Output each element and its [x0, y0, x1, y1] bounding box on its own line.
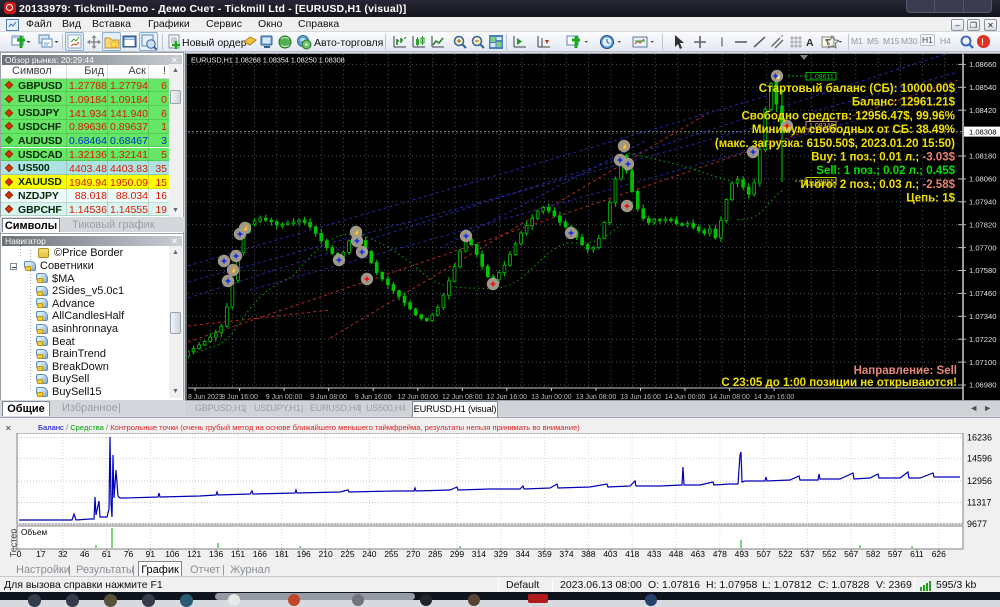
svg-text:478: 478 — [713, 549, 727, 559]
svg-text:Объем: Объем — [21, 528, 47, 537]
svg-text:1.07820: 1.07820 — [969, 220, 996, 229]
svg-text:359: 359 — [538, 549, 552, 559]
svg-text:Итого: 2 поз.; 0.03 л.; -2.58$: Итого: 2 поз.; 0.03 л.; -2.58$ — [800, 179, 955, 191]
svg-text:299: 299 — [450, 549, 464, 559]
svg-text:EURUSD,H1 1.08268 1.08354 1.08: EURUSD,H1 1.08268 1.08354 1.08250 1.0830… — [191, 56, 345, 65]
svg-text:611: 611 — [910, 549, 924, 559]
svg-text:463: 463 — [691, 549, 705, 559]
svg-text:1.07220: 1.07220 — [969, 335, 996, 344]
svg-text:9677: 9677 — [967, 519, 987, 529]
svg-text:255: 255 — [384, 549, 398, 559]
svg-text:16236: 16236 — [967, 433, 992, 442]
svg-text:Минимум свободных от СБ: 38.49: Минимум свободных от СБ: 38.49% — [752, 124, 955, 136]
svg-text:Баланс: 12961.21$: Баланс: 12961.21$ — [852, 97, 956, 109]
svg-text:210: 210 — [319, 549, 333, 559]
svg-text:11317: 11317 — [967, 498, 991, 508]
svg-text:91: 91 — [146, 549, 156, 559]
svg-text:403: 403 — [603, 549, 617, 559]
svg-text:76: 76 — [124, 549, 134, 559]
svg-text:329: 329 — [494, 549, 508, 559]
svg-text:1.08308: 1.08308 — [969, 128, 996, 137]
svg-text:Направление: Sell: Направление: Sell — [854, 365, 957, 377]
svg-text:270: 270 — [406, 549, 420, 559]
svg-text:136: 136 — [209, 549, 223, 559]
svg-text:1.07580: 1.07580 — [969, 266, 996, 275]
svg-text:46: 46 — [80, 549, 90, 559]
svg-text:314: 314 — [472, 549, 486, 559]
svg-text:14596: 14596 — [967, 454, 992, 464]
svg-text:225: 225 — [340, 549, 354, 559]
svg-text:Buy: 1 поз.; 0.01 л.; -3.03$: Buy: 1 поз.; 0.01 л.; -3.03$ — [811, 152, 955, 164]
svg-text:507: 507 — [757, 549, 771, 559]
svg-text:12956: 12956 — [967, 476, 992, 486]
svg-text:С 23:05 до 1:00 позиции не отк: С 23:05 до 1:00 позиции не открываются! — [721, 377, 957, 389]
svg-text:(макс. загрузка: 6150.50$, 202: (макс. загрузка: 6150.50$, 2023.01.20 15… — [715, 138, 955, 150]
svg-text:418: 418 — [625, 549, 639, 559]
svg-text:493: 493 — [735, 549, 749, 559]
svg-text:522: 522 — [778, 549, 792, 559]
svg-text:1.08540: 1.08540 — [969, 83, 996, 92]
svg-text:1.08420: 1.08420 — [969, 106, 996, 115]
svg-text:Цепь: 1$: Цепь: 1$ — [906, 193, 955, 205]
svg-text:1.07340: 1.07340 — [969, 312, 996, 321]
svg-text:Sell: 1 поз.; 0.02 л.; 0.45$: Sell: 1 поз.; 0.02 л.; 0.45$ — [816, 165, 955, 177]
svg-text:32: 32 — [58, 549, 68, 559]
svg-text:626: 626 — [932, 549, 946, 559]
svg-text:166: 166 — [253, 549, 267, 559]
svg-text:537: 537 — [800, 549, 814, 559]
svg-text:196: 196 — [297, 549, 311, 559]
svg-text:344: 344 — [516, 549, 530, 559]
svg-text:1.07940: 1.07940 — [969, 198, 996, 207]
svg-text:582: 582 — [866, 549, 880, 559]
svg-text:1.07100: 1.07100 — [969, 358, 996, 367]
svg-text:285: 285 — [428, 549, 442, 559]
svg-text:388: 388 — [581, 549, 595, 559]
svg-text:552: 552 — [822, 549, 836, 559]
svg-text:1.08660: 1.08660 — [969, 60, 996, 69]
svg-text:121: 121 — [187, 549, 201, 559]
svg-text:597: 597 — [888, 549, 902, 559]
svg-text:448: 448 — [669, 549, 683, 559]
svg-text:181: 181 — [275, 549, 289, 559]
svg-text:17: 17 — [36, 549, 46, 559]
svg-text:1.08060: 1.08060 — [969, 175, 996, 184]
svg-text:1.08611: 1.08611 — [809, 74, 834, 81]
svg-text:Стартовый баланс (СБ): 10000.0: Стартовый баланс (СБ): 10000.00$ — [759, 83, 956, 95]
svg-text:433: 433 — [647, 549, 661, 559]
svg-text:567: 567 — [844, 549, 858, 559]
svg-text:1.07460: 1.07460 — [969, 289, 996, 298]
svg-text:1.06980: 1.06980 — [969, 381, 996, 390]
svg-text:1.08180: 1.08180 — [969, 152, 996, 161]
svg-text:1.07700: 1.07700 — [969, 243, 996, 252]
svg-text:61: 61 — [102, 549, 112, 559]
svg-text:0: 0 — [17, 549, 22, 559]
svg-text:Свободно средств: 12956.47$, 9: Свободно средств: 12956.47$, 99.96% — [741, 110, 955, 122]
svg-text:240: 240 — [362, 549, 376, 559]
svg-text:106: 106 — [165, 549, 179, 559]
svg-text:374: 374 — [559, 549, 573, 559]
svg-text:151: 151 — [231, 549, 245, 559]
